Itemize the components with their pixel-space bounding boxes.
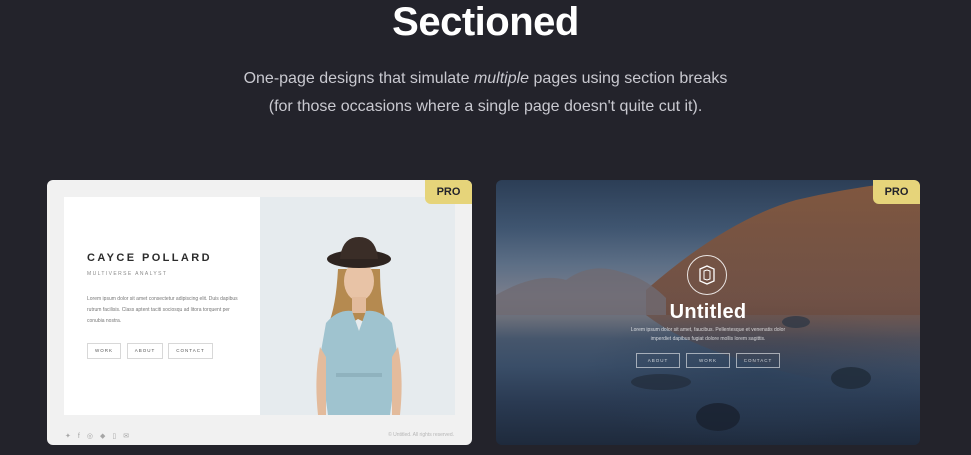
page-title: Sectioned	[392, 0, 579, 44]
phone-icon: ▯	[112, 433, 124, 440]
preview-portrait-photo	[260, 197, 455, 415]
preview-desc: Lorem ipsum dolor sit amet, faucibus. Pe…	[630, 327, 786, 342]
preview-work-button: WORK	[87, 343, 121, 359]
template-card-untitled[interactable]: Untitled Lorem ipsum dolor sit amet, fau…	[496, 180, 920, 445]
preview-social-icons: ✦f◎◆▯✉	[65, 432, 136, 440]
subtitle-line-1: One-page designs that simulate multiple …	[243, 70, 728, 87]
preview-copyright: © Untitled. All rights reserved.	[388, 432, 454, 438]
email-icon: ✉	[123, 433, 137, 440]
preview-title: Untitled	[669, 301, 747, 323]
preview-work-button: WORK	[686, 353, 730, 368]
github-icon: ◆	[99, 433, 113, 440]
twitter-icon: ✦	[65, 433, 78, 440]
pro-badge: PRO	[873, 180, 920, 204]
preview-logo-icon	[687, 255, 727, 295]
page-subtitle: One-page designs that simulate multiple …	[0, 65, 971, 121]
preview-bio: Lorem ipsum dolor sit amet consectetur a…	[87, 296, 238, 324]
instagram-icon: ◎	[86, 433, 100, 440]
preview-role: MULTIVERSE ANALYST	[87, 271, 168, 277]
preview-name: CAYCE POLLARD	[87, 252, 212, 264]
preview-about-button: ABOUT	[127, 343, 163, 359]
subtitle-line-2: (for those occasions where a single page…	[268, 98, 703, 115]
facebook-icon: f	[77, 433, 87, 440]
pro-badge: PRO	[425, 180, 472, 204]
preview-contact-button: CONTACT	[168, 343, 213, 359]
template-card-cayce[interactable]: CAYCE POLLARD MULTIVERSE ANALYST Lorem i…	[47, 180, 472, 445]
preview-contact-button: CONTACT	[736, 353, 780, 368]
preview-about-button: ABOUT	[636, 353, 680, 368]
